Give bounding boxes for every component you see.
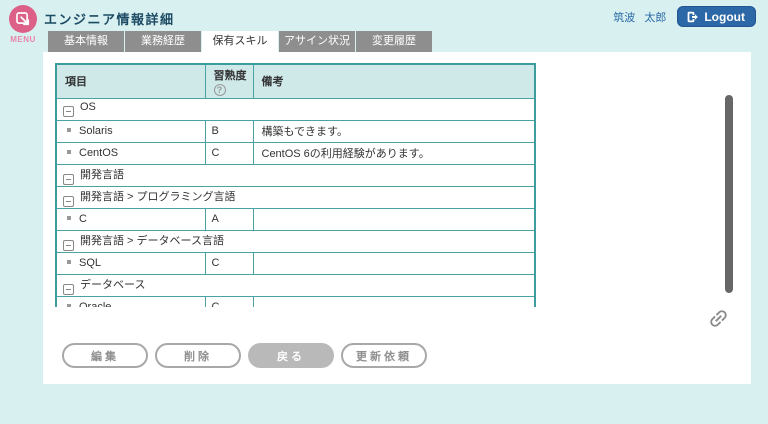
tab-skills[interactable]: 保有スキル <box>202 31 278 52</box>
table-group-row: 開発言語 <box>56 164 535 186</box>
content-panel: 項目 習熟度 ? 備考 OS Solaris B 構築もできます。 CentOS… <box>43 52 751 384</box>
group-label: 開発言語 > プログラミング言語 <box>80 191 236 203</box>
group-label: 開発言語 > データベース言語 <box>80 235 224 247</box>
logout-label: Logout <box>704 10 745 24</box>
tab-work-history[interactable]: 業務経歴 <box>125 31 201 52</box>
tab-basic-info[interactable]: 基本情報 <box>48 31 124 52</box>
skill-note <box>253 208 535 230</box>
link-icon[interactable] <box>707 307 731 331</box>
help-icon[interactable]: ? <box>214 84 226 96</box>
tab-assign-status[interactable]: アサイン状況 <box>279 31 355 52</box>
back-button: 戻る <box>248 343 334 368</box>
user-name: 筑波 太郎 <box>613 9 666 25</box>
tab-change-history[interactable]: 変更履歴 <box>356 31 432 52</box>
group-label: OS <box>80 101 96 113</box>
bullet-icon <box>67 128 71 132</box>
bullet-icon <box>67 260 71 264</box>
collapse-minus-icon[interactable] <box>63 174 74 185</box>
bullet-icon <box>67 150 71 154</box>
skill-name: CentOS <box>79 147 118 159</box>
col-header-level-label: 習熟度 <box>214 67 247 83</box>
table-group-row: データベース <box>56 274 535 296</box>
table-group-row: 開発言語 > データベース言語 <box>56 230 535 252</box>
col-header-item: 項目 <box>56 64 205 98</box>
col-header-note: 備考 <box>253 64 535 98</box>
table-header-row: 項目 習熟度 ? 備考 <box>56 64 535 98</box>
bullet-icon <box>67 304 71 307</box>
table-row: Solaris B 構築もできます。 <box>56 120 535 142</box>
skill-name: Oracle <box>79 301 111 307</box>
skills-table: 項目 習熟度 ? 備考 OS Solaris B 構築もできます。 CentOS… <box>55 63 536 307</box>
menu-button[interactable]: MENU <box>6 5 40 44</box>
skill-level: C <box>205 252 253 274</box>
tab-bar: 基本情報業務経歴保有スキルアサイン状況変更履歴 <box>48 31 432 52</box>
group-label: 開発言語 <box>80 169 124 181</box>
skill-level: B <box>205 120 253 142</box>
bullet-icon <box>67 216 71 220</box>
header-user-area: 筑波 太郎 Logout <box>613 6 756 27</box>
page-title: エンジニア情報詳細 <box>44 9 175 28</box>
skill-name: SQL <box>79 257 101 269</box>
logout-door-icon <box>685 10 699 24</box>
skill-level: C <box>205 296 253 307</box>
skill-name: C <box>79 213 87 225</box>
edit-button[interactable]: 編集 <box>62 343 148 368</box>
collapse-minus-icon[interactable] <box>63 284 74 295</box>
skill-note: CentOS 6の利用経験があります。 <box>253 142 535 164</box>
action-buttons: 編集削除戻る更新依頼 <box>62 343 427 368</box>
skill-level: A <box>205 208 253 230</box>
collapse-minus-icon[interactable] <box>63 106 74 117</box>
delete-button[interactable]: 削除 <box>155 343 241 368</box>
menu-label: MENU <box>6 35 40 44</box>
table-row: Oracle C <box>56 296 535 307</box>
table-row: C A <box>56 208 535 230</box>
col-header-level: 習熟度 ? <box>205 64 253 98</box>
skill-level: C <box>205 142 253 164</box>
group-label: データベース <box>80 279 145 291</box>
skill-note <box>253 252 535 274</box>
external-arrow-icon <box>14 10 32 28</box>
table-group-row: 開発言語 > プログラミング言語 <box>56 186 535 208</box>
vertical-scrollbar-thumb[interactable] <box>725 95 733 293</box>
skill-note: 構築もできます。 <box>253 120 535 142</box>
logout-button[interactable]: Logout <box>677 6 756 27</box>
table-row: SQL C <box>56 252 535 274</box>
table-row: CentOS C CentOS 6の利用経験があります。 <box>56 142 535 164</box>
collapse-minus-icon[interactable] <box>63 196 74 207</box>
menu-logo-circle <box>9 5 37 33</box>
skill-note <box>253 296 535 307</box>
skills-table-container: 項目 習熟度 ? 備考 OS Solaris B 構築もできます。 CentOS… <box>55 63 536 307</box>
collapse-minus-icon[interactable] <box>63 240 74 251</box>
table-group-row: OS <box>56 98 535 120</box>
skill-name: Solaris <box>79 125 113 137</box>
update-request-button[interactable]: 更新依頼 <box>341 343 427 368</box>
